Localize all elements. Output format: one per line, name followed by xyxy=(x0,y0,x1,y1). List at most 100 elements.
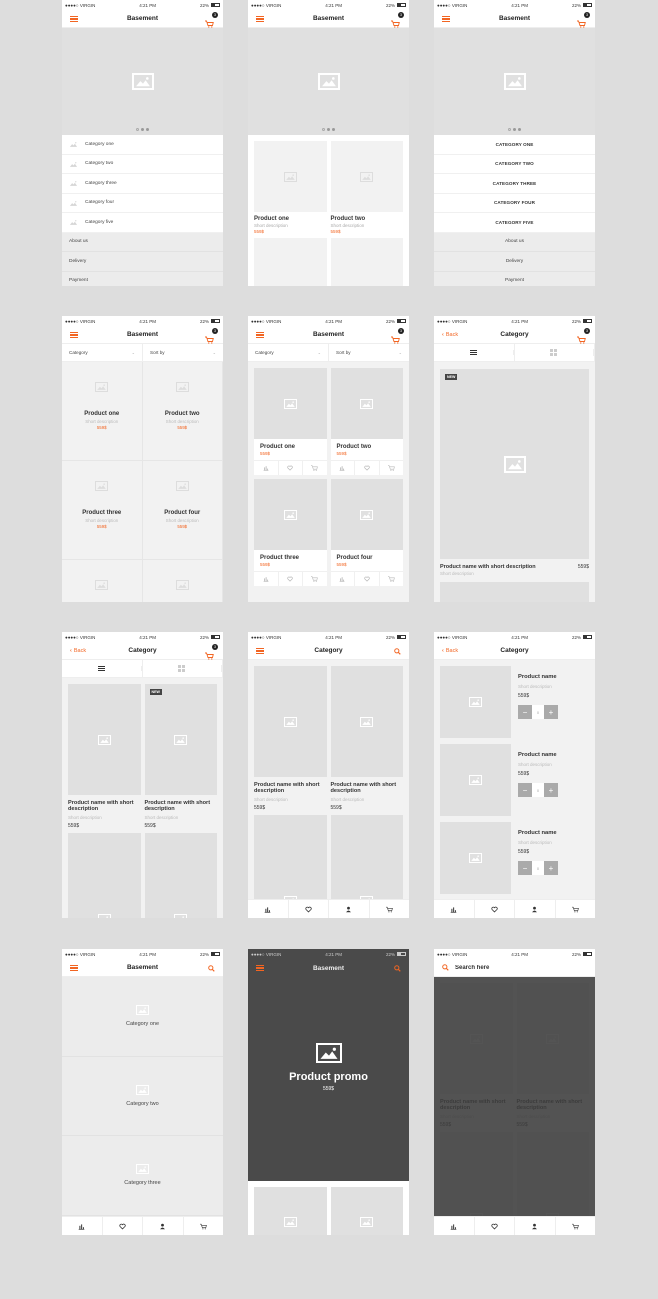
cart-item[interactable]: Product name Short description 559$ −0 + xyxy=(440,822,589,894)
tab-cart[interactable] xyxy=(556,1217,596,1235)
list-view-button[interactable] xyxy=(62,660,143,677)
wishlist-button[interactable] xyxy=(279,572,303,586)
info-link[interactable]: Delivery xyxy=(62,252,223,272)
product-card[interactable] xyxy=(68,832,141,918)
hero-carousel[interactable] xyxy=(248,28,409,135)
product-card[interactable]: Product one 559$ xyxy=(254,368,327,475)
product-tile[interactable] xyxy=(62,560,143,602)
grid-view-button[interactable] xyxy=(143,660,223,677)
menu-button[interactable] xyxy=(70,959,78,977)
tab-user[interactable] xyxy=(515,900,556,918)
category-dropdown[interactable]: Category ⌄ xyxy=(248,344,329,361)
grid-view-button[interactable] xyxy=(515,344,595,361)
carousel-dots[interactable] xyxy=(434,128,595,131)
category-item[interactable]: Category one xyxy=(62,135,223,155)
decrement-button[interactable]: − xyxy=(518,705,532,719)
product-card[interactable] xyxy=(330,238,403,286)
compare-button[interactable] xyxy=(254,572,279,586)
product-tile[interactable] xyxy=(142,560,223,602)
product-tile[interactable]: Product two Short description 559$ xyxy=(142,362,223,461)
product-card[interactable]: Product two Short description 559$ xyxy=(330,141,403,234)
promo-banner[interactable]: Product promo 559$ xyxy=(248,977,409,1157)
hero-carousel[interactable] xyxy=(434,28,595,135)
add-to-cart-button[interactable] xyxy=(380,461,404,475)
back-button[interactable]: ‹ Back xyxy=(442,326,458,344)
back-button[interactable]: ‹ Back xyxy=(442,642,458,660)
category-item[interactable]: CATEGORY TWO xyxy=(434,154,595,174)
sort-dropdown[interactable]: Sort by ⌄ xyxy=(329,344,409,361)
product-card[interactable]: Product name with short descriptionShort… xyxy=(68,684,141,829)
cart-button[interactable]: 3 xyxy=(205,10,218,28)
cart-button[interactable]: 3 xyxy=(391,10,404,28)
increment-button[interactable]: + xyxy=(544,783,558,797)
category-item[interactable]: Category two xyxy=(62,1056,223,1136)
decrement-button[interactable]: − xyxy=(518,783,532,797)
increment-button[interactable]: + xyxy=(544,861,558,875)
cart-button[interactable]: 3 xyxy=(577,10,590,28)
category-dropdown[interactable]: Category ⌄ xyxy=(62,344,143,361)
product-card[interactable]: Product three 559$ xyxy=(254,479,327,586)
menu-button[interactable] xyxy=(256,326,264,344)
product-tile[interactable]: Product three Short description 559$ xyxy=(62,461,143,560)
info-link[interactable]: About us xyxy=(62,232,223,252)
search-overlay[interactable] xyxy=(434,977,595,1216)
compare-button[interactable] xyxy=(331,572,355,586)
add-to-cart-button[interactable] xyxy=(380,572,404,586)
category-item[interactable]: CATEGORY FOUR xyxy=(434,193,595,213)
cart-button[interactable]: 3 xyxy=(205,326,218,344)
product-tile[interactable]: Product one Short description 559$ xyxy=(62,362,143,461)
list-view-button[interactable] xyxy=(434,344,515,361)
compare-button[interactable] xyxy=(331,461,355,475)
hero-carousel[interactable] xyxy=(62,28,223,135)
tab-stats[interactable] xyxy=(434,900,475,918)
add-to-cart-button[interactable] xyxy=(303,461,327,475)
menu-button[interactable] xyxy=(70,326,78,344)
tab-stats[interactable] xyxy=(62,1217,103,1235)
menu-button[interactable] xyxy=(256,10,264,28)
category-item[interactable]: CATEGORY THREE xyxy=(434,174,595,194)
category-item[interactable]: CATEGORY ONE xyxy=(434,135,595,155)
tab-user[interactable] xyxy=(143,1217,184,1235)
tab-cart[interactable] xyxy=(370,900,410,918)
product-card[interactable]: NEW Product name with short description Sh… xyxy=(144,684,217,829)
menu-button[interactable] xyxy=(256,642,264,660)
quantity-value[interactable]: 0 xyxy=(532,705,544,719)
cart-button[interactable]: 3 xyxy=(577,326,590,344)
wishlist-button[interactable] xyxy=(355,461,380,475)
product-card[interactable]: Product two 559$ xyxy=(330,368,404,475)
category-item[interactable]: Category two xyxy=(62,154,223,174)
quantity-value[interactable]: 0 xyxy=(532,861,544,875)
tab-heart[interactable] xyxy=(475,900,515,918)
tab-heart[interactable] xyxy=(475,1217,515,1235)
increment-button[interactable]: + xyxy=(544,705,558,719)
search-button[interactable] xyxy=(394,642,401,660)
category-item[interactable]: Category three xyxy=(62,1136,223,1216)
search-button[interactable] xyxy=(394,959,401,977)
product-card[interactable]: Product one Short description 559$ xyxy=(254,141,327,234)
tab-stats[interactable] xyxy=(248,900,289,918)
product-card[interactable] xyxy=(330,1187,403,1235)
info-link[interactable]: Delivery xyxy=(434,252,595,272)
product-tile[interactable]: Product four Short description 559$ xyxy=(142,461,223,560)
menu-button[interactable] xyxy=(442,10,450,28)
cart-button[interactable]: 3 xyxy=(205,642,218,660)
product-card[interactable]: Product name with short descriptionShort… xyxy=(330,666,403,811)
category-item[interactable]: Category one xyxy=(62,977,223,1057)
tab-cart[interactable] xyxy=(184,1217,224,1235)
tab-heart[interactable] xyxy=(289,900,329,918)
category-item[interactable]: CATEGORY FIVE xyxy=(434,213,595,233)
wishlist-button[interactable] xyxy=(355,572,380,586)
info-link[interactable]: Payment xyxy=(62,271,223,286)
add-to-cart-button[interactable] xyxy=(303,572,327,586)
carousel-dots[interactable] xyxy=(62,128,223,131)
tab-heart[interactable] xyxy=(103,1217,143,1235)
compare-button[interactable] xyxy=(254,461,279,475)
info-link[interactable]: Payment xyxy=(434,271,595,286)
search-button[interactable] xyxy=(208,959,215,977)
cart-button[interactable]: 3 xyxy=(391,326,404,344)
sort-dropdown[interactable]: Sort by ⌄ xyxy=(143,344,223,361)
menu-button[interactable] xyxy=(256,959,264,977)
category-item[interactable]: Category five xyxy=(62,213,223,233)
product-card[interactable]: Product four 559$ xyxy=(330,479,404,586)
product-card[interactable]: NEW Product name with short description 55… xyxy=(440,369,589,602)
